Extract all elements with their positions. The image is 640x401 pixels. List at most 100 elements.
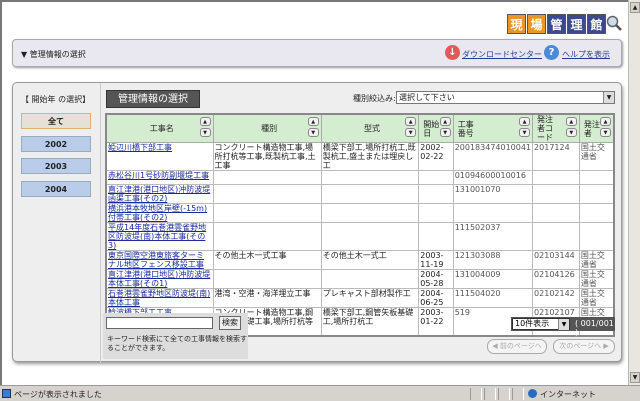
sort-desc-icon[interactable]: ▼: [405, 128, 417, 137]
table-cell: [418, 203, 454, 223]
year-button-2004[interactable]: 2004: [21, 181, 91, 197]
main-panel: 【 開始年 の選択】 全て 2002 2003 2004 管理情報の選択 種別絞…: [12, 82, 622, 363]
table-cell: [578, 170, 615, 185]
table-cell: 2003-01-22: [418, 307, 454, 337]
year-button-2002[interactable]: 2002: [21, 136, 91, 152]
sort-asc-icon[interactable]: ▲: [519, 117, 531, 126]
table-cell: [418, 222, 454, 251]
search-button[interactable]: 検索: [219, 316, 241, 330]
table-cell: [418, 170, 454, 185]
table-cell: [452, 203, 534, 223]
work-name-link[interactable]: 横浜港本牧地区岸壁(-15m)付帯工事(その2): [108, 204, 207, 222]
sort-asc-icon[interactable]: ▲: [439, 117, 451, 126]
status-message: ページが表示されました: [14, 390, 102, 399]
status-cell: [470, 388, 482, 400]
table-cell: [320, 269, 420, 289]
year-button-all[interactable]: 全て: [21, 113, 91, 129]
table-row: 東京国際空港東旅客ターミナル地区フェンス移設工事 その他土木一式工事 その他土木一式…: [105, 250, 615, 270]
works-table: 工事名 ▲ ▼ 種別 ▲ ▼ 型式 ▲ ▼ 開始日 ▲ ▼ 工事番号 ▲ ▼ 発注者コード ▲ ▼ 発注者 ▲ ▼ 姫辺…: [105, 113, 615, 337]
work-name-link[interactable]: 赤松谷川1号砂防副堰堤工事: [108, 171, 209, 180]
sort-asc-icon[interactable]: ▲: [600, 117, 611, 126]
table-cell: [320, 203, 420, 223]
sort-desc-icon[interactable]: ▼: [307, 128, 319, 137]
work-name-link[interactable]: 直江津港(港口地区)沖防波堤本体工事(その1): [108, 270, 210, 288]
work-name-link[interactable]: 平成14年度石巻港雲雀野地区防波堤(南)本体工事(その3): [108, 223, 206, 250]
table-row: 赤松谷川1号砂防副堰堤工事 01094600010016: [105, 170, 615, 185]
keyword-search-input[interactable]: [106, 317, 213, 329]
section-title[interactable]: ▼ 管理情報の選択: [21, 49, 86, 60]
table-cell: 横浜港本牧地区岸壁(-15m)付帯工事(その2): [105, 203, 214, 223]
work-name-link[interactable]: 姫辺川橋下部工事: [108, 143, 172, 152]
filter-label: 種別絞込み:: [353, 94, 396, 103]
download-center-link[interactable]: ダウンロードセンター: [462, 49, 542, 60]
column-header: 発注者 ▲ ▼: [578, 113, 615, 143]
chevron-down-icon[interactable]: ▼: [558, 319, 569, 330]
sort-desc-icon[interactable]: ▼: [565, 128, 577, 137]
column-header: 工事番号 ▲ ▼: [452, 113, 534, 143]
vertical-scrollbar[interactable]: ▲ ▼: [628, 0, 640, 385]
sort-asc-icon[interactable]: ▲: [565, 117, 577, 126]
table-row: 平成14年度石巻港雲雀野地区防波堤(南)本体工事(その3) 111502037: [105, 222, 615, 251]
help-icon[interactable]: ?: [544, 45, 559, 60]
globe-icon: [528, 389, 537, 398]
per-page-select[interactable]: 10件表示 ▼: [512, 318, 570, 330]
table-cell: [212, 184, 322, 204]
column-header: 種別 ▲ ▼: [212, 113, 322, 143]
security-zone: インターネット: [540, 390, 596, 399]
sort-desc-icon[interactable]: ▼: [600, 128, 611, 137]
table-cell: 橋梁下部工,鋼管矢板基礎工,場所打杭工: [320, 307, 420, 337]
table-cell: プレキャスト部材製作工: [320, 288, 420, 308]
site-logo: 現 場 管 理 館: [507, 14, 606, 34]
table-cell: [320, 222, 420, 251]
column-label: 型式: [363, 124, 380, 133]
column-header: 開始日 ▲ ▼: [418, 113, 454, 143]
table-cell: 121303088: [452, 250, 534, 270]
table-cell: 2003-11-19: [418, 250, 454, 270]
table-cell: 港湾・空港・海洋埋立工事: [212, 288, 322, 308]
divider: [100, 83, 101, 363]
prev-page-button[interactable]: ◀ 前のページへ: [487, 339, 547, 354]
sort-asc-icon[interactable]: ▲: [199, 117, 211, 126]
magnifier-icon[interactable]: [606, 15, 622, 31]
table-cell: [320, 170, 420, 185]
table-cell: 直江津港(港口地区)沖防波堤函渠工事(その2): [105, 184, 214, 204]
scroll-up-icon[interactable]: ▲: [630, 2, 640, 13]
table-cell: 111502037: [452, 222, 534, 251]
table-cell: 131001070: [452, 184, 534, 204]
download-icon[interactable]: ↓: [445, 45, 460, 60]
table-row: 直江津港(港口地区)沖防波堤函渠工事(その2) 131001070: [105, 184, 615, 204]
table-row: 直江津港(港口地区)沖防波堤本体工事(その1) 2004-05-28 1310040…: [105, 269, 615, 289]
status-cell: [512, 388, 524, 400]
page-count: ( 001/001 ): [575, 319, 614, 337]
sort-desc-icon[interactable]: ▼: [199, 128, 211, 137]
logo-char: 現: [507, 14, 526, 34]
table-cell: [212, 269, 322, 289]
table-cell: 国土交通省: [578, 250, 615, 270]
category-filter-select[interactable]: 選択して下さい ▼: [396, 91, 615, 104]
table-cell: 国土交通省: [578, 288, 615, 308]
sort-desc-icon[interactable]: ▼: [519, 128, 531, 137]
sort-asc-icon[interactable]: ▲: [405, 117, 417, 126]
search-area: 検索 キーワード検索にて全ての工事情報を検索することができます。: [103, 313, 248, 359]
logo-char: 館: [587, 14, 606, 34]
work-name-link[interactable]: 石巻港雲雀野地区防波堤(南)本体工事: [108, 289, 210, 307]
table-cell: 国土交通省: [578, 142, 615, 171]
work-name-link[interactable]: 直江津港(港口地区)沖防波堤函渠工事(その2): [108, 185, 210, 203]
browser-viewport: 現 場 管 理 館 ▼ 管理情報の選択 ↓ ダウンロードセンター ? ヘルプを表…: [0, 0, 628, 385]
table-row: 姫辺川橋下部工事 コンクリート構造物工事,場所打杭等工事,既製杭工事,土工事 橋梁下…: [105, 142, 615, 171]
column-label: 種別: [261, 124, 278, 133]
year-button-2003[interactable]: 2003: [21, 158, 91, 174]
sort-desc-icon[interactable]: ▼: [439, 128, 451, 137]
chevron-down-icon[interactable]: ▼: [603, 92, 614, 103]
table-cell: 赤松谷川1号砂防副堰堤工事: [105, 170, 214, 185]
sort-asc-icon[interactable]: ▲: [307, 117, 319, 126]
logo-char: 理: [567, 14, 586, 34]
scroll-down-icon[interactable]: ▼: [630, 372, 640, 383]
table-cell: [212, 222, 322, 251]
table-cell: 国土交通省: [578, 269, 615, 289]
table-cell: [578, 222, 615, 251]
next-page-button[interactable]: 次のページへ ▶: [553, 339, 615, 354]
help-link[interactable]: ヘルプを表示: [562, 49, 610, 60]
work-name-link[interactable]: 東京国際空港東旅客ターミナル地区フェンス移設工事: [108, 251, 204, 269]
table-cell: 平成14年度石巻港雲雀野地区防波堤(南)本体工事(その3): [105, 222, 214, 251]
